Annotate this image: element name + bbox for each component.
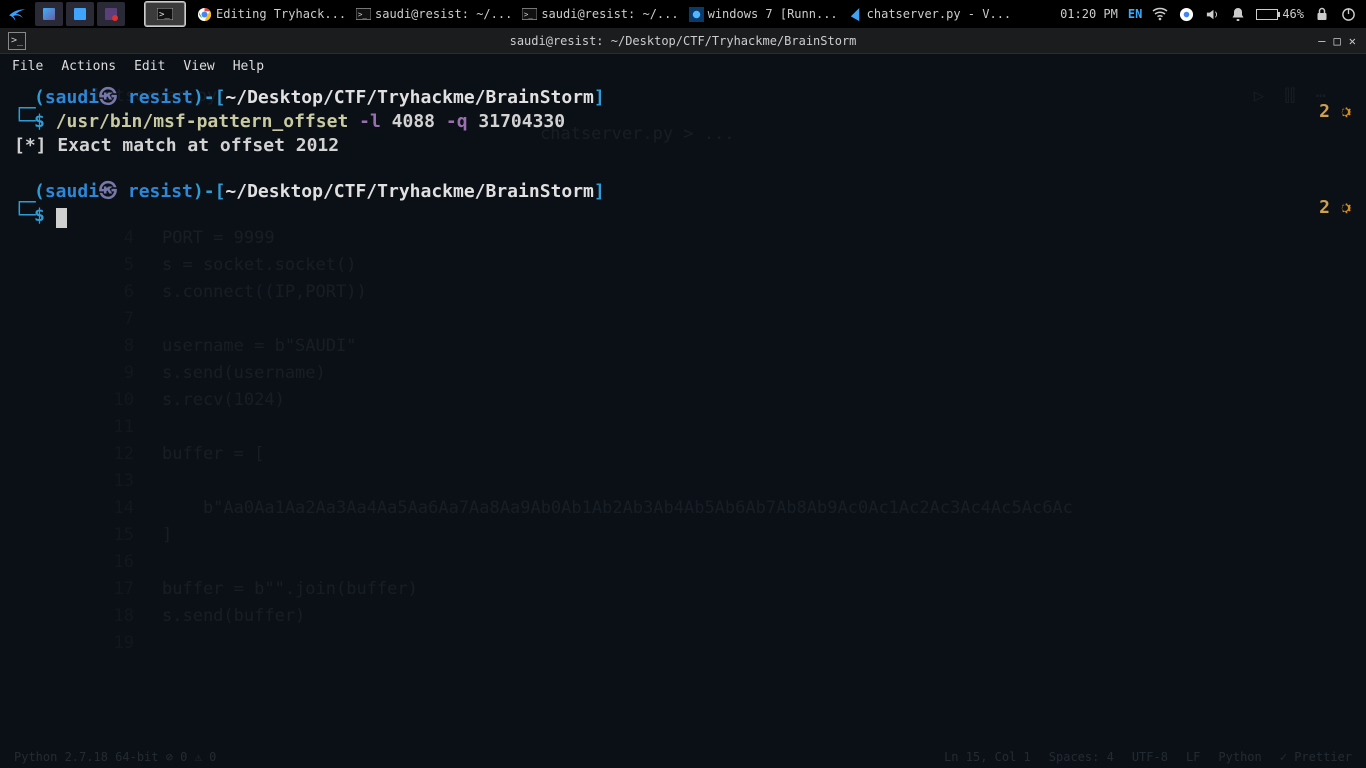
minimize-icon[interactable]: — [1318, 34, 1325, 48]
editor-status-bar-ghost: Python 2.7.18 64-bit ⊘ 0 ⚠ 0 Ln 15, Col … [0, 746, 1366, 768]
battery-indicator[interactable]: 46% [1256, 7, 1304, 21]
terminal-body[interactable]: 2 2 ┌─ (saudi㉿ resist)-[~/Desktop/CTF/Tr… [0, 78, 1366, 768]
terminal-icon: >_ [356, 7, 371, 22]
taskbar-item-vbox[interactable]: windows 7 [Runn... [689, 7, 838, 22]
wifi-icon[interactable] [1152, 6, 1168, 22]
battery-percent: 46% [1282, 7, 1304, 21]
window-controls: — □ ✕ [1318, 34, 1366, 48]
power-icon[interactable] [1340, 6, 1356, 22]
vscode-icon [848, 7, 863, 22]
taskbar-item-chrome[interactable]: Editing Tryhack... [197, 7, 346, 22]
window-title: saudi@resist: ~/Desktop/CTF/Tryhackme/Br… [510, 34, 857, 48]
command-arg: 4088 [392, 111, 435, 132]
status-fmt: ✓ Prettier [1280, 750, 1352, 764]
chrome-tray-icon[interactable] [1178, 6, 1194, 22]
chrome-icon [197, 7, 212, 22]
prompt-path: ~/Desktop/CTF/Tryhackme/BrainStorm [225, 181, 593, 202]
taskbar-label: windows 7 [Runn... [708, 7, 838, 21]
status-spaces: Spaces: 4 [1049, 750, 1114, 764]
task-button-2[interactable] [66, 2, 94, 26]
prompt-host: resist [128, 181, 193, 202]
volume-icon[interactable] [1204, 6, 1220, 22]
prompt-user: saudi [45, 181, 99, 202]
menu-view[interactable]: View [183, 59, 214, 74]
kali-logo-icon[interactable] [4, 2, 32, 26]
prompt-sep-icon: ㉿ [99, 87, 117, 108]
menu-file[interactable]: File [12, 59, 43, 74]
taskbar-items: Editing Tryhack... >_ saudi@resist: ~/..… [185, 7, 1060, 22]
command-binary: /usr/bin/msf-pattern_offset [56, 111, 349, 132]
taskbar-item-vscode[interactable]: chatserver.py - V... [848, 7, 1012, 22]
menu-actions[interactable]: Actions [61, 59, 116, 74]
prompt-sep-icon: ㉿ [99, 181, 117, 202]
task-button-3[interactable] [97, 2, 125, 26]
command-arg: 31704330 [478, 111, 565, 132]
window-titlebar[interactable]: >_ saudi@resist: ~/Desktop/CTF/Tryhackme… [0, 28, 1366, 54]
prompt-host: resist [128, 87, 193, 108]
keyboard-lang[interactable]: EN [1128, 7, 1142, 21]
panel-left: >_ [0, 2, 185, 26]
status-left: Python 2.7.18 64-bit ⊘ 0 ⚠ 0 [14, 750, 216, 764]
taskbar-label: chatserver.py - V... [867, 7, 1012, 21]
svg-text:>_: >_ [524, 10, 534, 19]
virtualbox-icon [689, 7, 704, 22]
status-lang: Python [1218, 750, 1261, 764]
notifications-icon[interactable] [1230, 6, 1246, 22]
status-enc: UTF-8 [1132, 750, 1168, 764]
taskbar-label: Editing Tryhack... [216, 7, 346, 21]
close-icon[interactable]: ✕ [1349, 34, 1356, 48]
clock[interactable]: 01:20 PM [1060, 7, 1118, 21]
command-flag: -q [446, 111, 468, 132]
status-eol: LF [1186, 750, 1200, 764]
svg-text:>_: >_ [358, 10, 368, 19]
menu-bar: File Actions Edit View Help [0, 54, 1366, 78]
taskbar-item-term1[interactable]: >_ saudi@resist: ~/... [356, 7, 512, 22]
task-button-1[interactable] [35, 2, 63, 26]
command-flag: -l [359, 111, 381, 132]
svg-text:>_: >_ [159, 10, 170, 20]
taskbar-label: saudi@resist: ~/... [541, 7, 678, 21]
taskbar-label: saudi@resist: ~/... [375, 7, 512, 21]
battery-icon [1256, 9, 1278, 20]
menu-edit[interactable]: Edit [134, 59, 165, 74]
status-pos: Ln 15, Col 1 [944, 750, 1031, 764]
lock-icon[interactable] [1314, 6, 1330, 22]
terminal-icon: >_ [522, 7, 537, 22]
system-tray: 01:20 PM EN 46% [1060, 6, 1366, 22]
active-terminal-task-icon[interactable]: >_ [145, 2, 185, 26]
cursor [56, 208, 67, 228]
prompt-user: saudi [45, 87, 99, 108]
system-panel: >_ Editing Tryhack... >_ saudi@resist: ~… [0, 0, 1366, 28]
terminal-window: chatserver.py ▷ ⫿⫿ ⋯ chatserver.py > ...… [0, 28, 1366, 768]
prompt-path: ~/Desktop/CTF/Tryhackme/BrainStorm [225, 87, 593, 108]
command-output: [*] Exact match at offset 2012 [14, 134, 1352, 158]
window-icon: >_ [8, 32, 26, 50]
menu-help[interactable]: Help [233, 59, 264, 74]
task-separator [128, 2, 142, 26]
maximize-icon[interactable]: □ [1334, 34, 1341, 48]
taskbar-item-term2[interactable]: >_ saudi@resist: ~/... [522, 7, 678, 22]
